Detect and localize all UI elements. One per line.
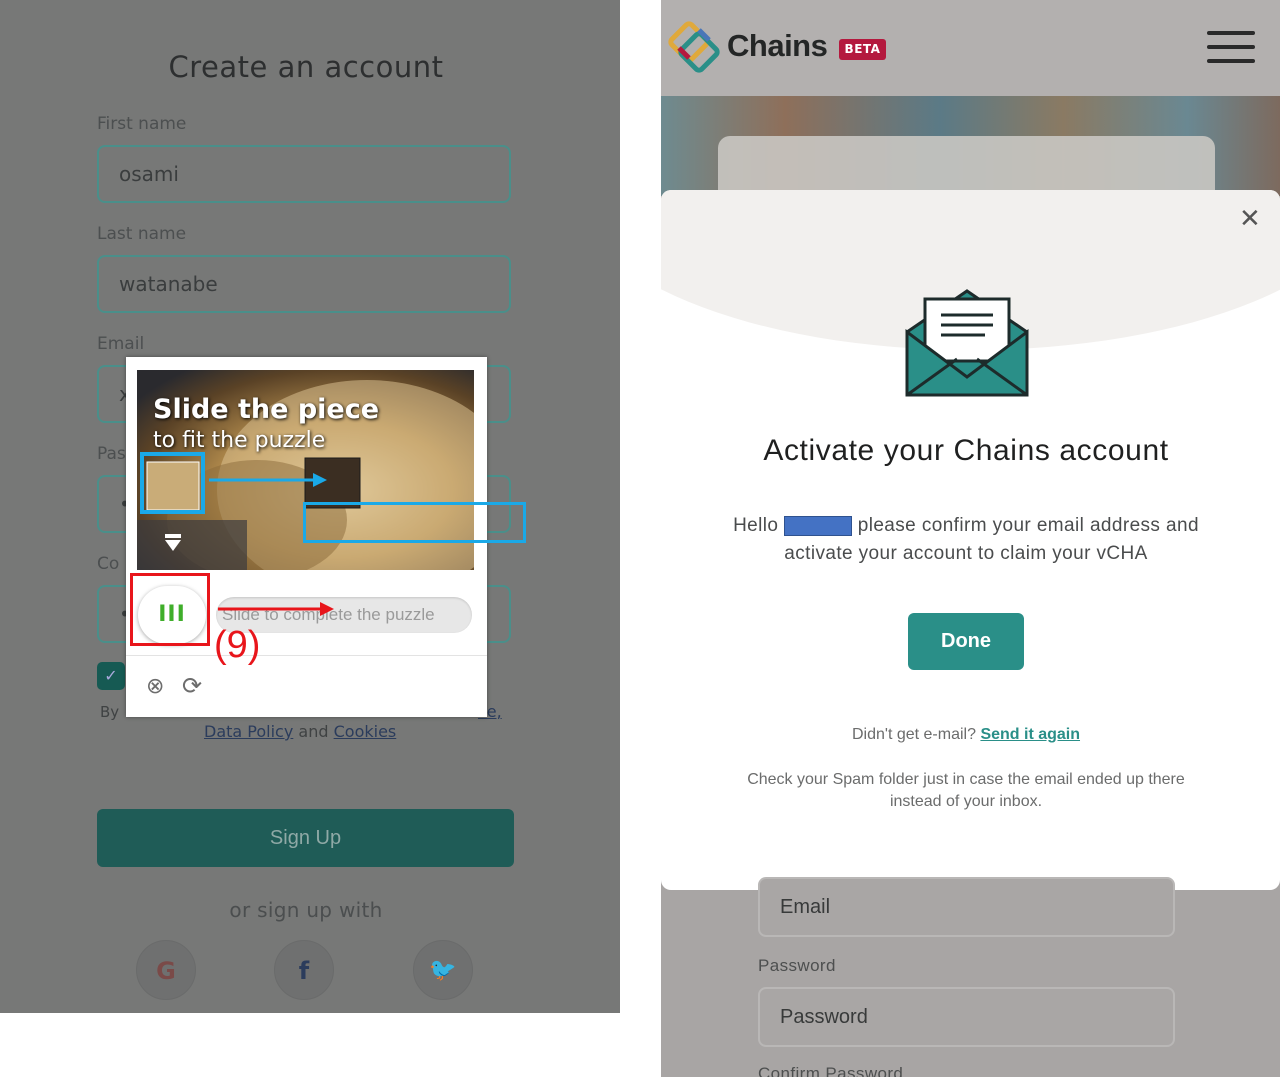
email-input[interactable]: Email — [758, 877, 1175, 937]
facebook-signup-button[interactable]: f — [274, 940, 334, 1000]
password-input[interactable]: Password — [758, 987, 1175, 1047]
app-header: Chains BETA — [661, 0, 1280, 96]
confirm-password-label: Confirm Password — [758, 1064, 904, 1077]
annotation-blue-box-piece — [140, 452, 205, 514]
close-captcha-icon[interactable]: ⊗ — [146, 674, 164, 699]
terms-prefix: By — [100, 703, 120, 721]
first-name-field[interactable]: osami — [97, 145, 511, 203]
envelope-icon — [905, 289, 1029, 397]
twitter-signup-button[interactable]: 🐦 — [413, 940, 473, 1000]
annotation-blue-arrow — [209, 473, 327, 487]
or-sign-up-with: or sign up with — [229, 898, 383, 922]
confirm-password-label: Co — [97, 554, 120, 574]
confirm-email-text: confirm your email — [921, 515, 1085, 536]
hello-text: Hello — [733, 515, 779, 536]
password-label: Password — [758, 956, 836, 975]
annotation-step-label: (9) — [214, 624, 261, 666]
modal-title: Activate your Chains account — [763, 434, 1169, 467]
page-title: Create an account — [168, 50, 444, 84]
email-label: Email — [97, 334, 145, 354]
twitter-icon: 🐦 — [429, 958, 457, 983]
policy-line: Data Policy and Cookies — [204, 722, 396, 741]
beta-badge: BETA — [839, 39, 886, 60]
captcha-divider — [126, 655, 487, 656]
please-text: please — [857, 515, 917, 536]
done-button[interactable]: Done — [908, 613, 1024, 670]
annotation-blue-box-confirm-email — [303, 502, 526, 543]
and-text: and — [298, 722, 329, 741]
close-icon[interactable]: ✕ — [1239, 204, 1261, 234]
cookies-link[interactable]: Cookies — [334, 722, 397, 741]
modal-body: Hello please confirm your email address … — [721, 512, 1211, 568]
last-name-field[interactable]: watanabe — [97, 255, 511, 313]
annotation-red-box-knob — [130, 573, 210, 646]
spam-note: Check your Spam folder just in case the … — [747, 771, 1185, 810]
last-name-label: Last name — [97, 224, 187, 244]
activation-modal: ✕ Activate your Chains account Hello ple… — [661, 190, 1280, 890]
brand-name: Chains — [727, 28, 828, 63]
chains-logo-icon — [668, 21, 720, 73]
password-label: Pas — [97, 444, 126, 464]
refresh-icon[interactable]: ⟳ — [182, 672, 202, 700]
sign-up-button[interactable]: Sign Up — [97, 809, 514, 867]
terms-checkbox[interactable]: ✓ — [97, 662, 125, 690]
redacted-username — [784, 515, 853, 536]
google-icon: G — [156, 957, 176, 985]
captcha-subheading: to fit the puzzle — [153, 428, 326, 453]
data-policy-link[interactable]: Data Policy — [204, 722, 293, 741]
send-again-link[interactable]: Send it again — [980, 726, 1080, 743]
google-signup-button[interactable]: G — [136, 940, 196, 1000]
first-name-label: First name — [97, 114, 187, 134]
resend-line: Didn't get e-mail? Send it again — [661, 726, 1271, 744]
right-screen: Chains BETA ✕ Activate your Chains accou… — [661, 0, 1280, 1077]
captcha-heading: Slide the piece — [153, 394, 380, 425]
resend-prompt: Didn't get e-mail? — [851, 726, 976, 743]
facebook-icon: f — [298, 957, 310, 985]
annotation-red-arrow — [218, 602, 334, 616]
